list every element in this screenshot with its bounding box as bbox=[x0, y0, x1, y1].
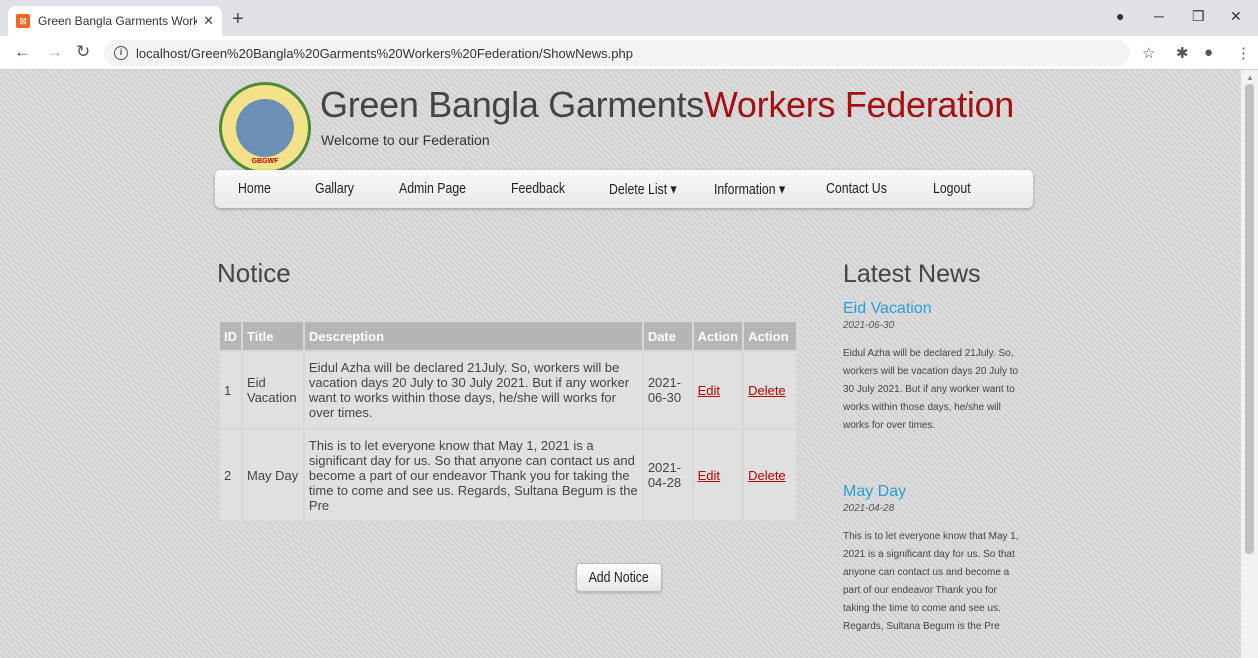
scrollbar-thumb[interactable] bbox=[1245, 84, 1254, 554]
nav-gallary[interactable]: Gallary bbox=[315, 180, 354, 197]
browser-tab-bar: ⊠ Green Bangla Garments Workers ✕ + ● ─ … bbox=[0, 0, 1258, 36]
col-action-edit: Action bbox=[691, 320, 745, 352]
add-notice-label: Add Notice bbox=[588, 569, 650, 586]
page-content: GBGWF Green Bangla GarmentsWorkers Feder… bbox=[0, 70, 1241, 658]
news-date: 2021-04-28 bbox=[843, 503, 895, 514]
nav-admin-page[interactable]: Admin Page bbox=[399, 180, 466, 197]
extensions-icon[interactable]: ✱ bbox=[1176, 44, 1189, 62]
news-body: Eidul Azha will be declared 21July. So, … bbox=[843, 348, 1019, 431]
col-description: Descreption bbox=[302, 320, 644, 352]
delete-link[interactable]: Delete bbox=[748, 468, 786, 483]
site-title-part1: Green Bangla Garments bbox=[320, 84, 704, 125]
restore-icon[interactable]: ❐ bbox=[1192, 8, 1205, 25]
notice-heading: Notice bbox=[217, 258, 291, 288]
edit-link[interactable]: Edit bbox=[698, 383, 720, 398]
table-row: 2 May Day This is to let everyone know t… bbox=[218, 428, 798, 522]
row-id: 2 bbox=[218, 428, 243, 522]
col-title: Title bbox=[241, 320, 305, 352]
nav-logout[interactable]: Logout bbox=[933, 180, 971, 197]
nav-contact-us[interactable]: Contact Us bbox=[826, 180, 887, 197]
site-info-icon[interactable]: i bbox=[114, 46, 128, 60]
nav-home[interactable]: Home bbox=[238, 180, 271, 197]
nav-feedback[interactable]: Feedback bbox=[511, 180, 565, 197]
forward-icon[interactable]: → bbox=[46, 42, 63, 62]
row-description: This is to let everyone know that May 1,… bbox=[302, 428, 644, 522]
site-title: Green Bangla GarmentsWorkers Federation bbox=[320, 84, 1014, 126]
more-menu-icon[interactable]: ⋮ bbox=[1236, 44, 1251, 62]
new-tab-icon[interactable]: + bbox=[232, 8, 244, 31]
profile-menu-icon[interactable]: ● bbox=[1116, 8, 1124, 24]
nav-information[interactable]: Information ▾ bbox=[714, 180, 785, 198]
news-title[interactable]: Eid Vacation bbox=[843, 300, 1023, 318]
window-close-icon[interactable]: ✕ bbox=[1230, 8, 1242, 25]
row-date: 2021-06-30 bbox=[641, 350, 694, 430]
delete-link[interactable]: Delete bbox=[748, 383, 786, 398]
news-body: This is to let everyone know that May 1,… bbox=[843, 531, 1019, 632]
back-icon[interactable]: ← bbox=[14, 42, 31, 62]
row-title: May Day bbox=[241, 428, 305, 522]
scroll-up-icon[interactable]: ▲ bbox=[1246, 73, 1254, 82]
site-title-part2: Workers Federation bbox=[703, 84, 1014, 125]
notice-table: ID Title Descreption Date Action Action … bbox=[218, 320, 798, 522]
latest-news-heading: Latest News bbox=[843, 260, 981, 288]
logo-worker-image bbox=[236, 99, 294, 157]
account-icon[interactable]: ● bbox=[1204, 44, 1213, 61]
bookmark-star-icon[interactable]: ☆ bbox=[1142, 44, 1155, 62]
add-notice-button[interactable]: Add Notice bbox=[576, 563, 662, 592]
tab-title: Green Bangla Garments Workers bbox=[38, 14, 198, 28]
site-tagline: Welcome to our Federation bbox=[321, 132, 490, 148]
url-text: localhost/Green%20Bangla%20Garments%20Wo… bbox=[136, 45, 633, 61]
nav-delete-list-label: Delete List bbox=[609, 181, 668, 198]
news-item: May Day 2021-04-28 This is to let everyo… bbox=[843, 483, 1023, 636]
news-title[interactable]: May Day bbox=[843, 483, 1023, 501]
row-description: Eidul Azha will be declared 21July. So, … bbox=[302, 350, 644, 430]
browser-toolbar: ← → ↻ i localhost/Green%20Bangla%20Garme… bbox=[0, 36, 1258, 70]
reload-icon[interactable]: ↻ bbox=[76, 42, 90, 62]
col-action-delete: Action bbox=[742, 320, 798, 352]
xampp-favicon-icon: ⊠ bbox=[16, 14, 30, 28]
tab-close-icon[interactable]: ✕ bbox=[203, 13, 214, 29]
page-scrollbar[interactable]: ▲ bbox=[1241, 70, 1258, 658]
row-id: 1 bbox=[218, 350, 243, 430]
federation-logo: GBGWF bbox=[219, 82, 311, 174]
nav-information-label: Information bbox=[714, 181, 776, 198]
edit-link[interactable]: Edit bbox=[698, 468, 720, 483]
col-id: ID bbox=[218, 320, 243, 352]
browser-tab[interactable]: ⊠ Green Bangla Garments Workers ✕ bbox=[8, 6, 222, 36]
nav-delete-list[interactable]: Delete List ▾ bbox=[609, 180, 677, 198]
col-date: Date bbox=[641, 320, 694, 352]
minimize-icon[interactable]: ─ bbox=[1154, 8, 1164, 24]
row-date: 2021-04-28 bbox=[641, 428, 694, 522]
news-item: Eid Vacation 2021-06-30 Eidul Azha will … bbox=[843, 300, 1023, 435]
address-bar[interactable]: i localhost/Green%20Bangla%20Garments%20… bbox=[104, 40, 1130, 66]
news-date: 2021-06-30 bbox=[843, 320, 895, 331]
row-title: Eid Vacation bbox=[241, 350, 305, 430]
main-navbar: Home Gallary Admin Page Feedback Delete … bbox=[215, 170, 1033, 208]
table-header-row: ID Title Descreption Date Action Action bbox=[218, 320, 798, 352]
chevron-down-icon: ▾ bbox=[670, 181, 677, 198]
chevron-down-icon: ▾ bbox=[778, 181, 786, 198]
table-row: 1 Eid Vacation Eidul Azha will be declar… bbox=[218, 350, 798, 430]
logo-abbreviation: GBGWF bbox=[251, 158, 279, 165]
